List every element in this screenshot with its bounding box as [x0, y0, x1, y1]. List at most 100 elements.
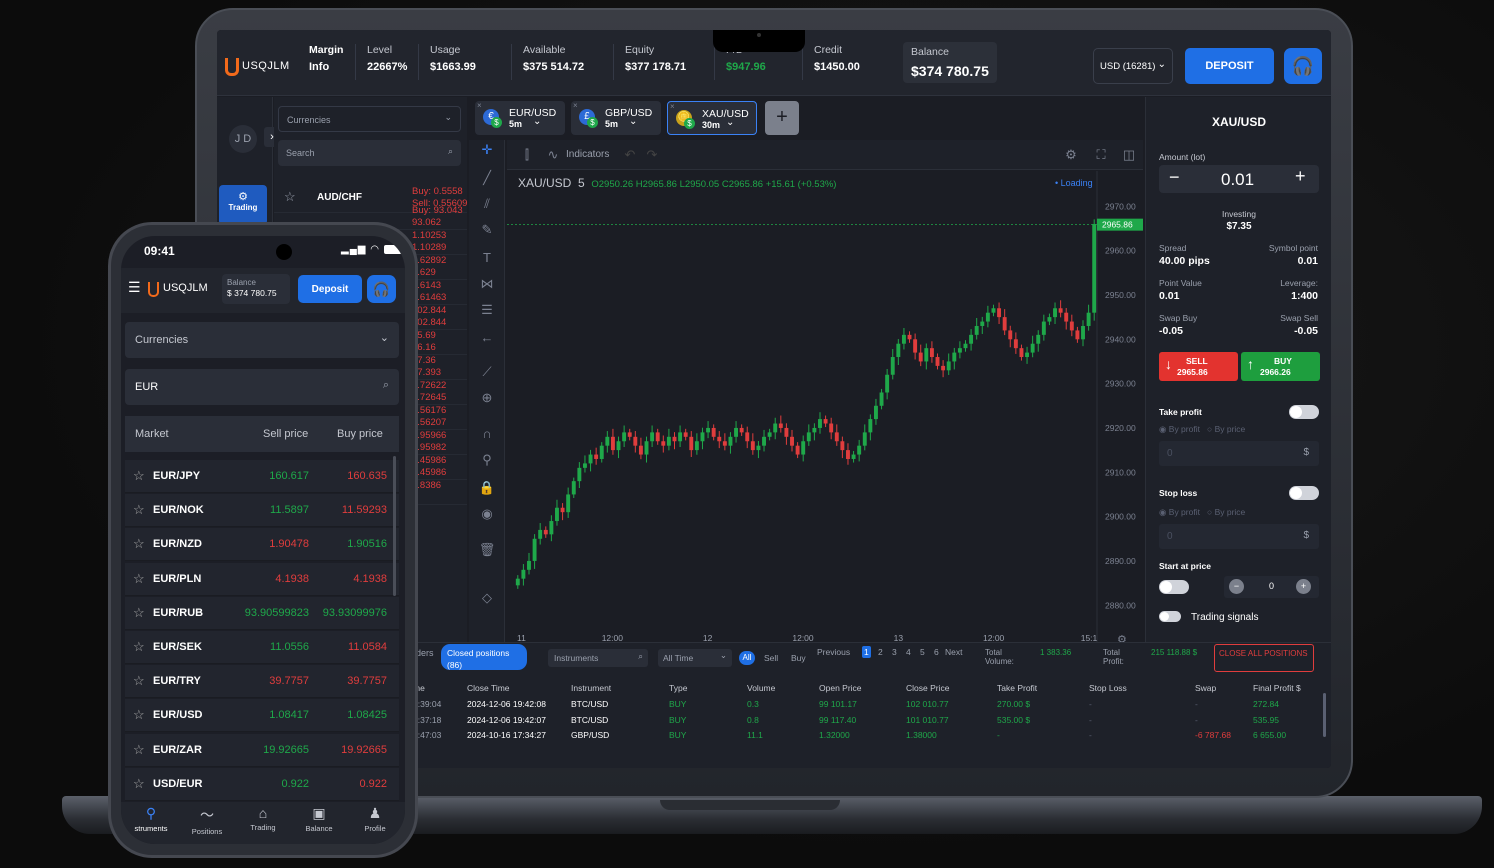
market-row[interactable]: ☆ EUR/SEK 11.0556 11.0584 [125, 631, 399, 664]
trading-signals-toggle[interactable] [1159, 611, 1181, 622]
ruler-icon[interactable]: ⟋ [478, 364, 496, 380]
nav-item-trading[interactable]: ⌂ Trading [235, 805, 291, 832]
amount-value[interactable]: 0.01 [1221, 170, 1254, 190]
nav-item-positions[interactable]: 〜 Positions [179, 805, 235, 836]
currency-select[interactable]: USD (16281) ⌄ [1093, 48, 1173, 84]
indicators-button[interactable]: Indicators [566, 149, 609, 160]
search-input[interactable]: Search ⌕ [278, 140, 461, 166]
support-button[interactable]: 🎧 [1284, 48, 1322, 84]
crosshair-icon[interactable]: ✛ [478, 142, 496, 158]
scrollbar[interactable] [1323, 693, 1326, 737]
minus-icon[interactable]: − [1169, 167, 1180, 188]
take-profit-toggle[interactable] [1289, 405, 1319, 419]
page-6[interactable]: 6 [932, 646, 941, 658]
deposit-button[interactable]: Deposit [298, 275, 362, 303]
star-icon[interactable]: ☆ [284, 189, 296, 205]
star-icon[interactable]: ☆ [133, 571, 145, 587]
chevron-down-icon[interactable]: ⌄ [533, 116, 541, 127]
chart-tab[interactable]: × € $ EUR/USD 5m ⌄ [475, 101, 565, 135]
fib-icon[interactable]: ☰ [478, 302, 496, 318]
star-icon[interactable]: ☆ [133, 468, 145, 484]
page-4[interactable]: 4 [904, 646, 913, 658]
amount-stepper[interactable]: − 0.01 + [1159, 165, 1319, 193]
close-icon[interactable]: × [573, 101, 578, 110]
candles-icon[interactable]: ⫿ [519, 147, 535, 163]
star-icon[interactable]: ☆ [133, 502, 145, 518]
column-header[interactable]: Swap [1195, 683, 1216, 693]
currencies-select[interactable]: Currencies ⌄ [125, 322, 399, 358]
market-row[interactable]: ☆ EUR/RUB 93.90599823 93.93099976 [125, 596, 399, 630]
page-5[interactable]: 5 [918, 646, 927, 658]
star-icon[interactable]: ☆ [133, 776, 145, 792]
fullscreen-icon[interactable]: ⛶ [1093, 147, 1109, 163]
currencies-select[interactable]: Currencies ⌄ [278, 106, 461, 132]
star-icon[interactable]: ☆ [133, 673, 145, 689]
stop-loss-input[interactable]: 0 $ [1159, 524, 1319, 549]
close-icon[interactable]: × [477, 101, 482, 110]
layers-icon[interactable]: ◇ [478, 590, 496, 606]
zoom-icon[interactable]: ⊕ [478, 390, 496, 406]
market-row[interactable]: ☆ EUR/PLN 4.1938 4.1938 [125, 562, 399, 596]
column-header[interactable]: Instrument [571, 683, 611, 693]
nav-item-profile[interactable]: ♟ Profile [347, 805, 403, 833]
column-header[interactable]: Close Price [906, 683, 949, 693]
column-header[interactable]: Open Price [819, 683, 862, 693]
deposit-button[interactable]: DEPOSIT [1185, 48, 1274, 84]
sell-button[interactable]: ↓ SELL 2965.86 [1159, 352, 1238, 381]
channel-icon[interactable]: ⫽ [478, 196, 496, 212]
text-icon[interactable]: T [478, 250, 496, 265]
filter-all[interactable]: All [739, 651, 755, 665]
star-icon[interactable]: ☆ [133, 742, 145, 758]
stop-loss-toggle[interactable] [1289, 486, 1319, 500]
market-row[interactable]: ☆ EUR/NOK 11.5897 11.59293 [125, 494, 399, 528]
redo-icon[interactable]: ↷ [644, 147, 660, 163]
brush-icon[interactable]: ✎ [478, 222, 496, 238]
market-row[interactable]: ☆ EUR/NZD 1.90478 1.90516 [125, 528, 399, 562]
support-button[interactable]: 🎧 [367, 275, 396, 303]
pattern-icon[interactable]: ⋈ [478, 276, 496, 292]
column-header[interactable]: Volume [747, 683, 775, 693]
plus-icon[interactable]: + [1296, 579, 1311, 594]
filter-sell[interactable]: Sell [764, 653, 778, 663]
page-1[interactable]: 1 [862, 646, 871, 658]
column-header[interactable]: Final Profit $ [1253, 683, 1301, 693]
column-header[interactable]: Close Time [467, 683, 510, 693]
star-icon[interactable]: ☆ [133, 536, 145, 552]
nav-item-instruments[interactable]: ⚲ struments [123, 805, 179, 833]
close-icon[interactable]: × [670, 102, 675, 111]
indicators-icon[interactable]: ∿ [545, 147, 561, 163]
market-row[interactable]: ☆ EUR/TRY 39.7757 39.7757 [125, 665, 399, 699]
eye-icon[interactable]: ◉ [478, 506, 496, 522]
market-row[interactable]: ☆ EUR/JPY 160.617 160.635 [125, 460, 399, 493]
nav-item-balance[interactable]: ▣ Balance [291, 805, 347, 833]
take-profit-input[interactable]: 0 $ [1159, 441, 1319, 466]
take-profit-mode[interactable]: ◉ By profit ○ By price [1159, 424, 1245, 435]
add-tab-button[interactable]: + [765, 101, 799, 135]
camera-icon[interactable]: ◫ [1121, 147, 1137, 163]
avatar[interactable]: J D [229, 125, 257, 153]
chart-tab[interactable]: × £ $ GBP/USD 5m ⌄ [571, 101, 661, 135]
lock-drawing-icon[interactable]: ⚲ [478, 452, 496, 468]
arrow-icon[interactable]: ← [478, 330, 496, 345]
settings-icon[interactable]: ⚙ [1063, 147, 1079, 163]
tab-closed-positions[interactable]: Closed positions (86) [441, 644, 527, 670]
search-input[interactable]: EUR ⌕ [125, 369, 399, 405]
time-filter[interactable]: All Time ⌄ [658, 649, 732, 667]
market-row[interactable]: ☆ EUR/USD 1.08417 1.08425 [125, 699, 399, 733]
pagination-next[interactable]: Next [945, 647, 962, 657]
start-at-price-toggle[interactable] [1159, 580, 1189, 594]
close-all-positions-button[interactable]: CLOSE ALL POSITIONS [1214, 644, 1314, 672]
instruments-filter[interactable]: Instruments ⌕ [548, 649, 648, 667]
column-header[interactable]: Type [669, 683, 687, 693]
star-icon[interactable]: ☆ [133, 707, 145, 723]
column-header[interactable]: Stop Loss [1089, 683, 1127, 693]
undo-icon[interactable]: ↶ [622, 147, 638, 163]
buy-button[interactable]: ↑ BUY 2966.26 [1241, 352, 1320, 381]
page-3[interactable]: 3 [890, 646, 899, 658]
plus-icon[interactable]: + [1295, 166, 1306, 187]
star-icon[interactable]: ☆ [133, 639, 145, 655]
pagination-previous[interactable]: Previous [817, 647, 850, 657]
star-icon[interactable]: ☆ [133, 605, 145, 621]
magnet-icon[interactable]: ∩ [478, 426, 496, 441]
trash-icon[interactable]: 🗑 [478, 542, 496, 558]
